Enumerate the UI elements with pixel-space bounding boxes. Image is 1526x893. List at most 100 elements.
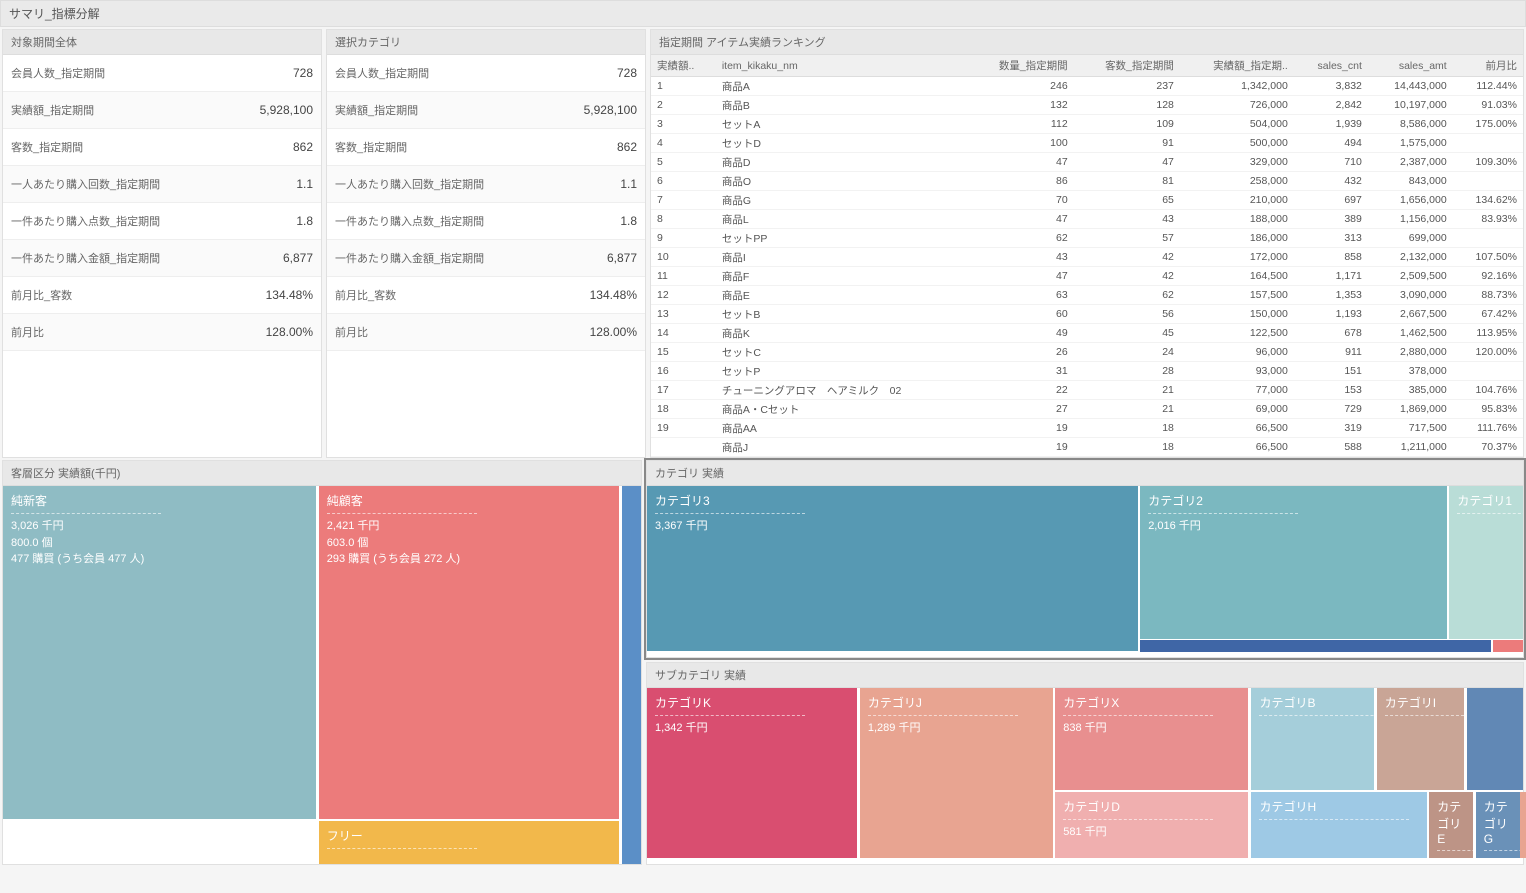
table-cell: 63 — [967, 286, 1073, 305]
column-header[interactable]: sales_cnt — [1294, 55, 1368, 77]
table-cell: 164,500 — [1180, 267, 1294, 286]
kpi-row: 客数_指定期間862 — [3, 129, 321, 166]
kpi-value: 1.8 — [296, 214, 313, 228]
kpi-label: 客数_指定期間 — [335, 139, 407, 155]
column-header[interactable]: 客数_指定期間 — [1074, 55, 1180, 77]
table-row[interactable]: 15セットC262496,0009112,880,000120.00% — [651, 343, 1523, 362]
table-cell: 494 — [1294, 134, 1368, 153]
treemap-block[interactable]: カテゴリ33,367 千円 — [647, 486, 1138, 651]
treemap-block[interactable]: カテゴリX838 千円 — [1055, 688, 1248, 790]
table-cell: 1,656,000 — [1368, 191, 1453, 210]
kpi-value: 134.48% — [266, 288, 313, 302]
treemap-block[interactable] — [1467, 688, 1523, 790]
treemap-block[interactable]: カテゴリH — [1251, 792, 1426, 858]
treemap-block[interactable]: カテゴリ1 — [1449, 486, 1523, 639]
column-header[interactable]: 数量_指定期間 — [967, 55, 1073, 77]
page-title: サマリ_指標分解 — [0, 0, 1526, 27]
table-row[interactable]: 19商品AA191866,500319717,500111.76% — [651, 419, 1523, 438]
table-cell: 14,443,000 — [1368, 77, 1453, 96]
treemap-label: カテゴリI — [1385, 694, 1457, 711]
column-header[interactable]: item_kikaku_nm — [716, 55, 968, 77]
kpi-row: 会員人数_指定期間728 — [327, 55, 645, 92]
ranking-table[interactable]: 実績額..item_kikaku_nm数量_指定期間客数_指定期間実績額_指定期… — [651, 55, 1523, 457]
treemap-block[interactable]: カテゴリG — [1476, 792, 1523, 858]
table-row[interactable]: 2商品B132128726,0002,84210,197,00091.03% — [651, 96, 1523, 115]
table-row[interactable]: 1商品A2462371,342,0003,83214,443,000112.44… — [651, 77, 1523, 96]
table-cell: 12 — [651, 286, 716, 305]
panel-category-treemap[interactable]: カテゴリ 実績 カテゴリ33,367 千円カテゴリ22,016 千円カテゴリ1 — [646, 460, 1524, 658]
kpi-value: 128.00% — [266, 325, 313, 339]
table-row[interactable]: 16セットP312893,000151378,000 — [651, 362, 1523, 381]
table-cell: 11 — [651, 267, 716, 286]
treemap-block[interactable]: カテゴリD581 千円 — [1055, 792, 1248, 858]
treemap-block[interactable]: カテゴリB — [1251, 688, 1374, 790]
table-cell: 2,842 — [1294, 96, 1368, 115]
table-row[interactable]: 12商品E6362157,5001,3533,090,00088.73% — [651, 286, 1523, 305]
treemap-block[interactable]: 純新客3,026 千円800.0 個477 購買 (うち会員 477 人) — [3, 486, 316, 819]
treemap-block[interactable] — [1493, 640, 1523, 652]
table-cell: 1,575,000 — [1368, 134, 1453, 153]
treemap-label: カテゴリK — [655, 694, 849, 711]
table-row[interactable]: 18商品A・Cセット272169,0007291,869,00095.83% — [651, 400, 1523, 419]
table-cell: 81 — [1074, 172, 1180, 191]
table-cell: 商品I — [716, 248, 968, 267]
table-row[interactable]: 13セットB6056150,0001,1932,667,50067.42% — [651, 305, 1523, 324]
kpi-value: 862 — [617, 140, 637, 154]
kpi-row: 一件あたり購入金額_指定期間6,877 — [3, 240, 321, 277]
table-cell: 91.03% — [1453, 96, 1523, 115]
table-cell: 77,000 — [1180, 381, 1294, 400]
treemap-block[interactable]: カテゴリK1,342 千円 — [647, 688, 857, 858]
column-header[interactable]: sales_amt — [1368, 55, 1453, 77]
table-cell: 47 — [967, 267, 1073, 286]
table-row[interactable]: 5商品D4747329,0007102,387,000109.30% — [651, 153, 1523, 172]
column-header[interactable]: 実績額_指定期.. — [1180, 55, 1294, 77]
table-row[interactable]: 10商品I4342172,0008582,132,000107.50% — [651, 248, 1523, 267]
table-row[interactable]: 9セットPP6257186,000313699,000 — [651, 229, 1523, 248]
table-cell: 1,353 — [1294, 286, 1368, 305]
table-row[interactable]: 14商品K4945122,5006781,462,500113.95% — [651, 324, 1523, 343]
table-cell: 商品L — [716, 210, 968, 229]
treemap-value: 838 千円 — [1063, 720, 1240, 737]
treemap-block[interactable] — [1140, 640, 1490, 652]
table-cell: 60 — [967, 305, 1073, 324]
table-cell: 1,156,000 — [1368, 210, 1453, 229]
table-cell: セットP — [716, 362, 968, 381]
kpi-label: 前月比_客数 — [335, 287, 396, 303]
column-header[interactable]: 実績額.. — [651, 55, 716, 77]
table-cell: 122,500 — [1180, 324, 1294, 343]
treemap-block[interactable]: カテゴリ22,016 千円 — [1140, 486, 1447, 639]
treemap-block[interactable]: カテゴリI — [1377, 688, 1465, 790]
treemap-block[interactable] — [622, 486, 641, 864]
treemap-block[interactable]: 純顧客2,421 千円603.0 個293 購買 (うち会員 272 人) — [319, 486, 619, 819]
kpi-row: 実績額_指定期間5,928,100 — [327, 92, 645, 129]
table-row[interactable]: 17チューニングアロマ ヘアミルク 02222177,000153385,000… — [651, 381, 1523, 400]
table-cell: 商品A・Cセット — [716, 400, 968, 419]
column-header[interactable]: 前月比 — [1453, 55, 1523, 77]
table-row[interactable]: 11商品F4742164,5001,1712,509,50092.16% — [651, 267, 1523, 286]
treemap-block[interactable]: カテゴリJ1,289 千円 — [860, 688, 1053, 858]
kpi-row: 一件あたり購入点数_指定期間1.8 — [327, 203, 645, 240]
table-cell: 43 — [1074, 210, 1180, 229]
table-row[interactable]: 商品J191866,5005881,211,00070.37% — [651, 438, 1523, 457]
kpi-label: 会員人数_指定期間 — [11, 65, 105, 81]
table-cell: 5 — [651, 153, 716, 172]
table-cell: 15 — [651, 343, 716, 362]
table-cell: 57 — [1074, 229, 1180, 248]
table-cell: 47 — [967, 210, 1073, 229]
table-cell: 2,667,500 — [1368, 305, 1453, 324]
table-row[interactable]: 7商品G7065210,0006971,656,000134.62% — [651, 191, 1523, 210]
table-cell: 1,211,000 — [1368, 438, 1453, 457]
table-cell: 26 — [967, 343, 1073, 362]
table-cell: 120.00% — [1453, 343, 1523, 362]
table-cell: 237 — [1074, 77, 1180, 96]
table-row[interactable]: 4セットD10091500,0004941,575,000 — [651, 134, 1523, 153]
table-cell — [1453, 134, 1523, 153]
treemap-block[interactable]: カテゴリE — [1429, 792, 1473, 858]
kpi-label: 一件あたり購入点数_指定期間 — [11, 213, 160, 229]
table-row[interactable]: 8商品L4743188,0003891,156,00083.93% — [651, 210, 1523, 229]
table-row[interactable]: 6商品O8681258,000432843,000 — [651, 172, 1523, 191]
treemap-block[interactable]: フリー — [319, 821, 619, 864]
table-row[interactable]: 3セットA112109504,0001,9398,586,000175.00% — [651, 115, 1523, 134]
table-cell: 62 — [967, 229, 1073, 248]
treemap-block[interactable] — [1520, 792, 1526, 858]
